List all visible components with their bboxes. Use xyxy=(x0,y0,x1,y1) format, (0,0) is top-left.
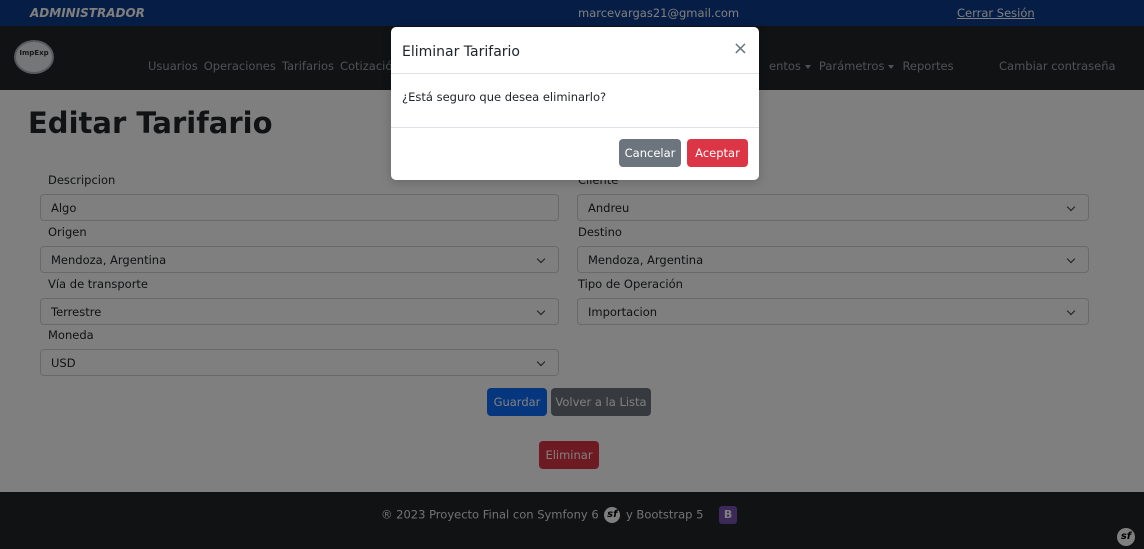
modal-message: ¿Está seguro que desea eliminarlo? xyxy=(402,90,607,104)
delete-confirm-modal: Eliminar Tarifario × ¿Está seguro que de… xyxy=(391,27,759,180)
modal-footer-divider xyxy=(391,127,759,128)
modal-title: Eliminar Tarifario xyxy=(402,44,520,60)
accept-button[interactable]: Aceptar xyxy=(687,139,748,167)
close-icon[interactable]: × xyxy=(733,39,748,59)
cancel-button[interactable]: Cancelar xyxy=(619,139,681,167)
modal-header-divider xyxy=(391,73,759,74)
